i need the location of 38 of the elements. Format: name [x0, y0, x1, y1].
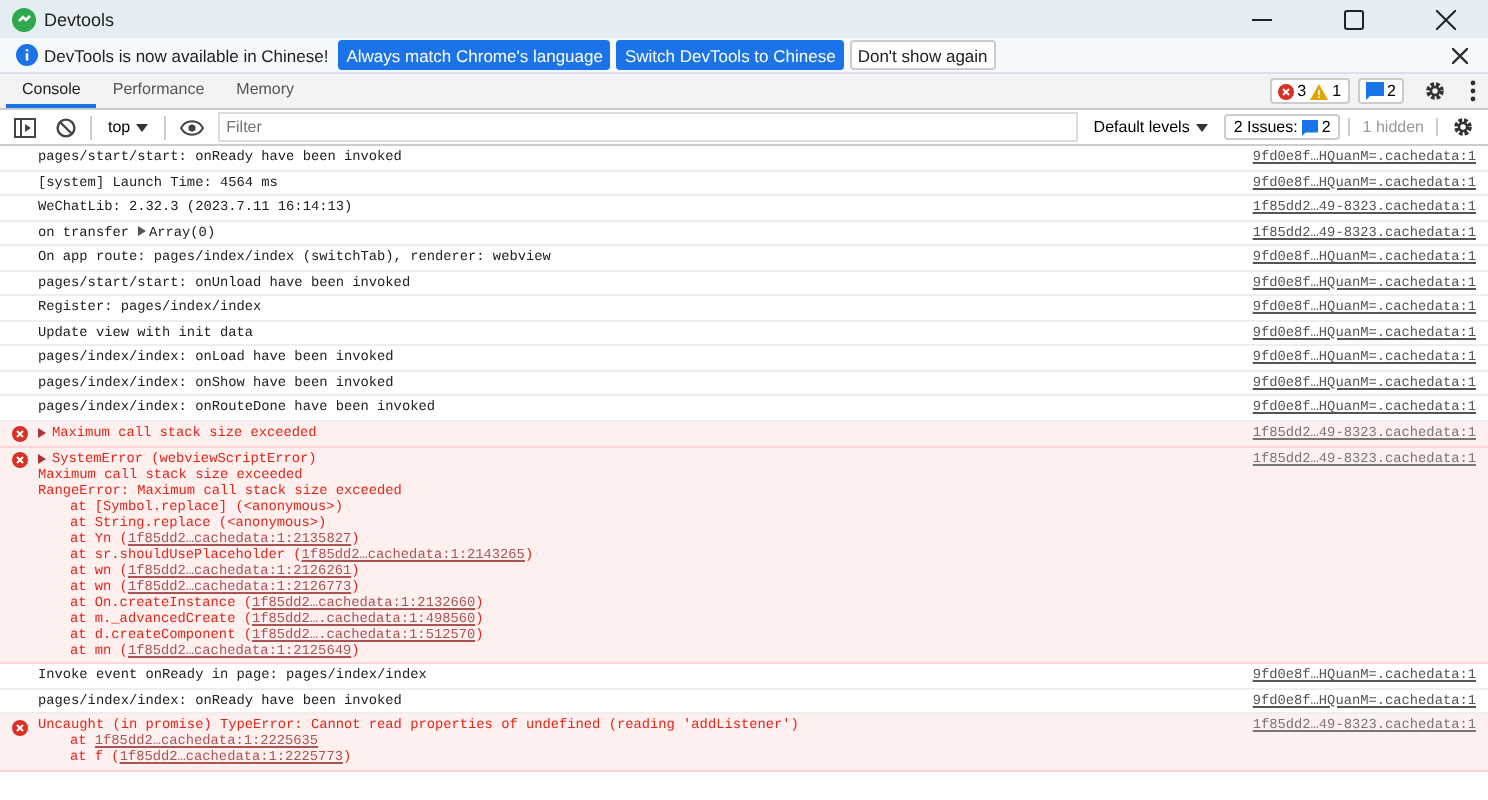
- issues-button[interactable]: 2 Issues: 2: [1223, 114, 1341, 140]
- panel-tab[interactable]: Console: [6, 74, 97, 108]
- close-icon[interactable]: [1436, 9, 1456, 29]
- error-icon: [11, 719, 27, 735]
- settings-icon[interactable]: [1452, 116, 1474, 138]
- close-icon[interactable]: [1452, 47, 1468, 63]
- panel-tab[interactable]: Memory: [220, 74, 311, 108]
- issues-counter[interactable]: 2: [1357, 78, 1404, 104]
- context-dropdown[interactable]: top: [100, 118, 157, 136]
- infobar-button[interactable]: Don't show again: [849, 40, 996, 70]
- hidden-count: 1 hidden: [1348, 118, 1438, 136]
- expand-arrow-icon: [137, 225, 145, 235]
- maximize-icon[interactable]: [1344, 9, 1364, 29]
- error-icon: [1277, 83, 1294, 99]
- error-icon: [11, 426, 27, 442]
- error-warning-counter[interactable]: 3 1: [1269, 78, 1350, 104]
- app-logo-icon: [12, 7, 36, 31]
- infobar-button[interactable]: Always match Chrome's language: [338, 40, 611, 70]
- message-icon: [1301, 119, 1318, 135]
- clear-console-icon[interactable]: [56, 117, 76, 137]
- error-icon: [11, 452, 27, 468]
- caret-icon: [136, 123, 149, 131]
- info-message: DevTools is now available in Chinese!: [44, 45, 329, 65]
- expand-arrow-icon[interactable]: [38, 428, 46, 438]
- panel-tab[interactable]: Performance: [96, 74, 221, 108]
- message-icon: [1365, 82, 1384, 100]
- log-levels-dropdown[interactable]: Default levels: [1085, 118, 1216, 136]
- more-options-icon[interactable]: [1470, 80, 1476, 102]
- window-title: Devtools: [44, 9, 115, 29]
- filter-field[interactable]: Filter: [218, 112, 1078, 142]
- settings-icon[interactable]: [1424, 80, 1446, 102]
- eye-icon[interactable]: [180, 119, 205, 135]
- sidebar-toggle-icon[interactable]: [14, 117, 36, 137]
- infobar-button[interactable]: Switch DevTools to Chinese: [616, 40, 844, 70]
- info-icon: [16, 44, 38, 66]
- warning-icon: [1310, 83, 1329, 99]
- expand-arrow-icon[interactable]: [38, 454, 46, 464]
- caret-icon: [1195, 123, 1208, 131]
